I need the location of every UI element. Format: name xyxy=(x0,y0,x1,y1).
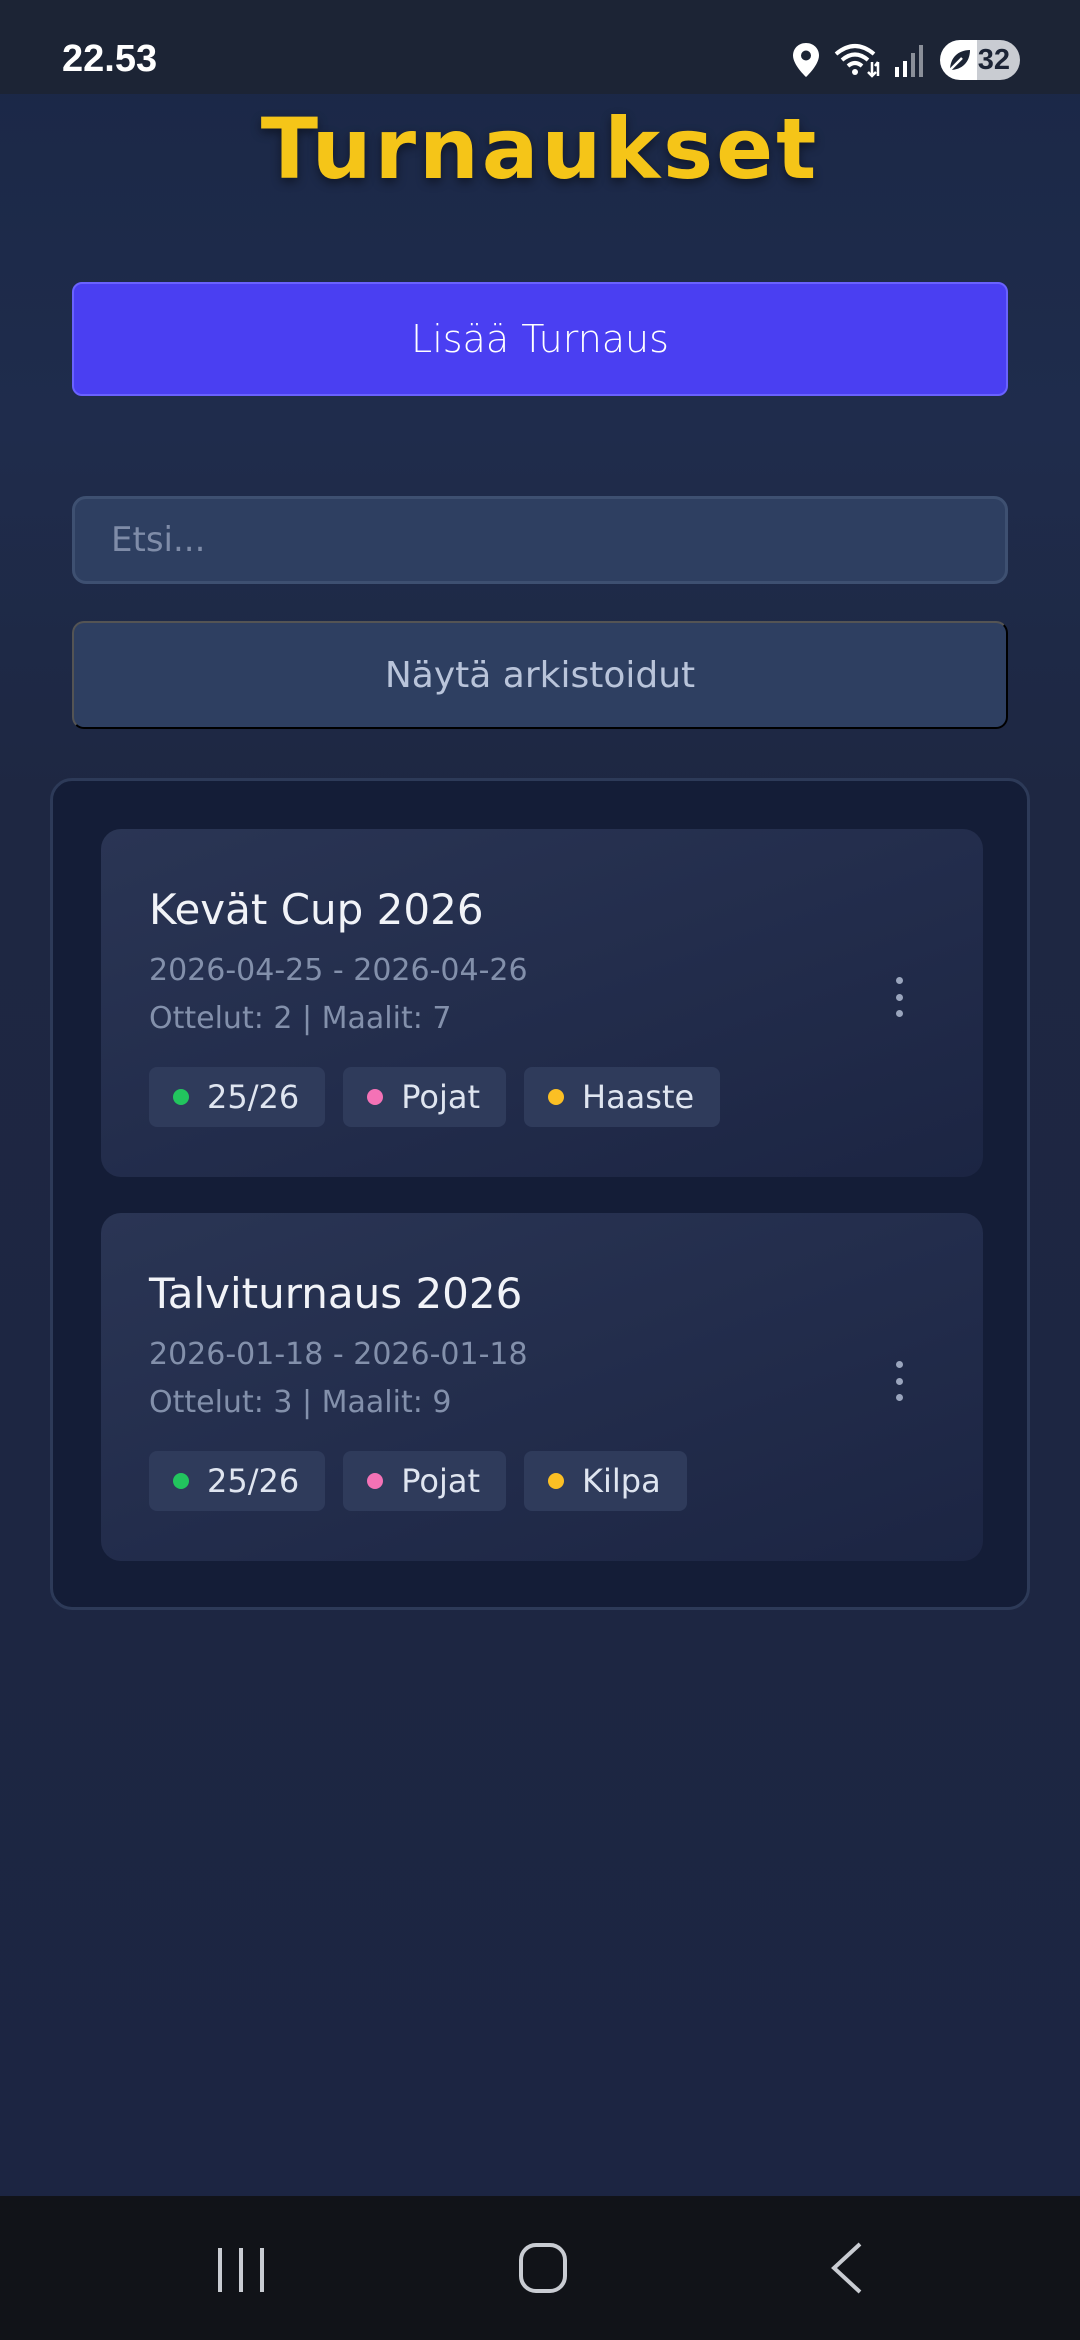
tournament-name: Kevät Cup 2026 xyxy=(149,885,484,934)
add-tournament-button[interactable]: Lisää Turnaus xyxy=(72,282,1008,396)
tag-list: 25/26 Pojat Haaste xyxy=(149,1067,721,1127)
tag-label: 25/26 xyxy=(207,1462,300,1500)
tournament-list: Kevät Cup 2026 2026-04-25 - 2026-04-26 O… xyxy=(50,778,1030,1610)
tag-dot xyxy=(173,1089,189,1105)
location-icon xyxy=(793,43,819,77)
battery-saver-icon xyxy=(949,50,970,71)
page-title: Turnaukset xyxy=(260,100,820,198)
search-field[interactable] xyxy=(72,496,1008,584)
tag-label: 25/26 xyxy=(207,1078,300,1116)
more-options-icon[interactable] xyxy=(887,1361,911,1401)
screen: 22.53 32 Turnaukset Lisää Turnaus Etsi..… xyxy=(0,0,1080,2340)
tag-group: Pojat xyxy=(343,1067,506,1127)
tag-season: 25/26 xyxy=(149,1067,326,1127)
tournament-name: Talviturnaus 2026 xyxy=(149,1269,523,1318)
tag-dot xyxy=(548,1473,564,1489)
battery-level: 32 xyxy=(977,43,1010,76)
more-options-icon[interactable] xyxy=(887,977,911,1017)
tag-type: Haaste xyxy=(524,1067,721,1127)
tag-label: Haaste xyxy=(582,1078,695,1116)
tag-label: Pojat xyxy=(401,1078,480,1116)
battery-icon: 32 xyxy=(940,40,1020,80)
status-time: 22.53 xyxy=(62,38,158,80)
signal-icon xyxy=(895,45,923,77)
tournament-dates: 2026-04-25 - 2026-04-26 xyxy=(149,953,528,988)
tournament-card[interactable]: Talviturnaus 2026 2026-01-18 - 2026-01-1… xyxy=(101,1213,983,1561)
tag-dot xyxy=(548,1089,564,1105)
tournament-stats: Ottelut: 2 | Maalit: 7 xyxy=(149,1001,452,1036)
wifi-icon xyxy=(834,44,880,78)
tag-dot xyxy=(367,1473,384,1489)
tag-label: Pojat xyxy=(401,1462,480,1500)
recent-apps-icon[interactable] xyxy=(212,2244,270,2296)
status-icons: 32 xyxy=(792,38,1020,82)
tournament-card[interactable]: Kevät Cup 2026 2026-04-25 - 2026-04-26 O… xyxy=(101,829,983,1177)
show-archived-button[interactable]: Näytä arkistoidut xyxy=(72,621,1008,729)
home-icon[interactable] xyxy=(518,2240,568,2296)
tag-season: 25/26 xyxy=(149,1451,326,1511)
tag-group: Pojat xyxy=(343,1451,506,1511)
search-input[interactable] xyxy=(75,499,1005,581)
tag-type: Kilpa xyxy=(524,1451,687,1511)
tournament-stats: Ottelut: 3 | Maalit: 9 xyxy=(149,1385,452,1420)
navigation-bar xyxy=(0,2196,1080,2340)
tag-list: 25/26 Pojat Kilpa xyxy=(149,1451,687,1511)
status-bar: 22.53 32 xyxy=(0,0,1080,94)
tag-label: Kilpa xyxy=(582,1462,661,1500)
tournament-dates: 2026-01-18 - 2026-01-18 xyxy=(149,1337,528,1372)
back-icon[interactable] xyxy=(826,2240,866,2296)
tag-dot xyxy=(367,1089,384,1105)
tag-dot xyxy=(173,1473,189,1489)
